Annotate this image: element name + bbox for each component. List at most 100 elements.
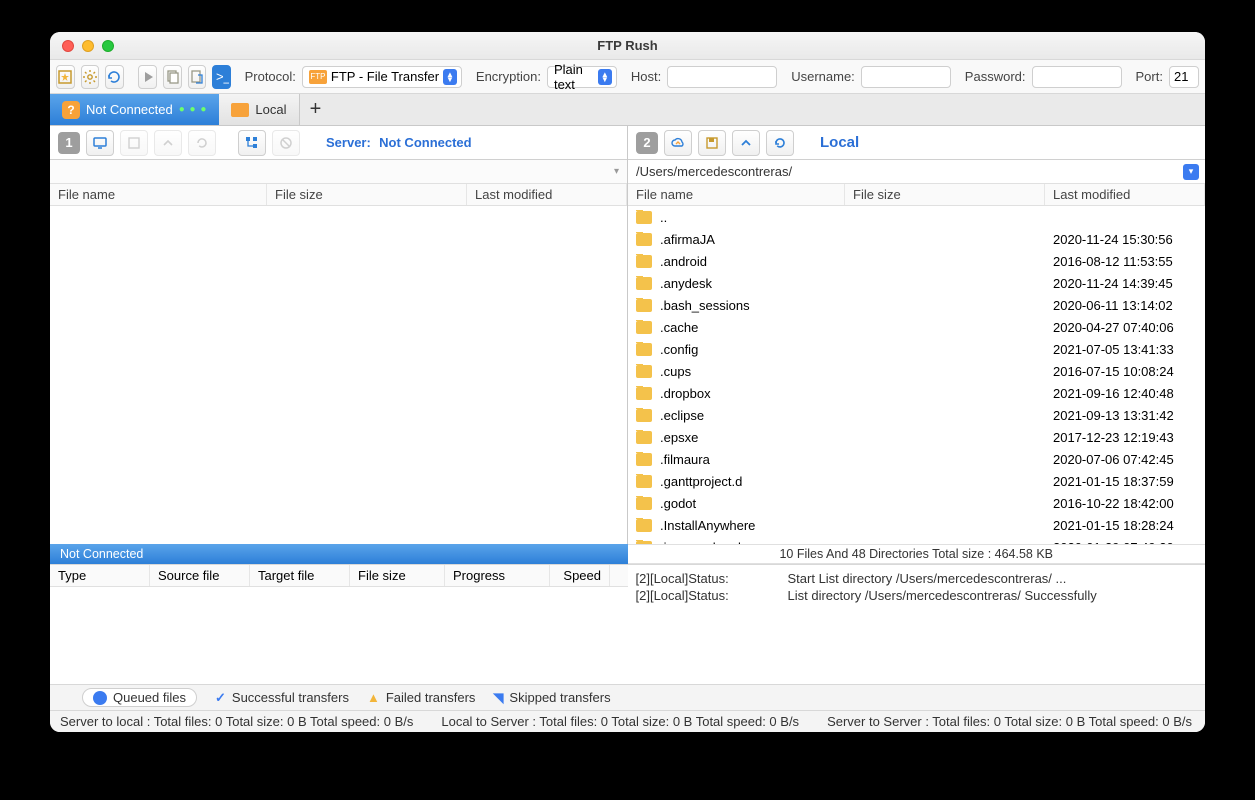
chevron-updown-icon: ▲▼ <box>443 69 457 85</box>
col-source[interactable]: Source file <box>150 565 250 586</box>
folder-icon <box>636 497 652 510</box>
file-modified: 2016-10-22 18:42:00 <box>1045 496 1205 511</box>
copy-icon[interactable] <box>163 65 182 89</box>
monitor-icon[interactable] <box>86 130 114 156</box>
list-item[interactable]: .config2021-07-05 13:41:33 <box>628 338 1205 360</box>
port-input[interactable] <box>1169 66 1199 88</box>
server-pane-toolbar: 1 Server: Not Connected <box>50 126 627 160</box>
tab-local[interactable]: Local <box>219 94 299 125</box>
password-input[interactable] <box>1032 66 1122 88</box>
bookmark-icon[interactable] <box>56 65 75 89</box>
status-server-to-local: Server to local : Total files: 0 Total s… <box>60 714 413 729</box>
cloud-sync-icon[interactable] <box>664 130 692 156</box>
main-toolbar: >_ Protocol: FTP FTP - File Transfer Pro… <box>50 60 1205 94</box>
host-input[interactable] <box>667 66 777 88</box>
file-modified: 2020-07-06 07:42:45 <box>1045 452 1205 467</box>
list-item[interactable]: .bash_sessions 2020-06-11 13:14:02 <box>628 294 1205 316</box>
add-tab-button[interactable]: + <box>300 94 332 125</box>
file-modified: 2020-11-24 15:30:56 <box>1045 232 1205 247</box>
refresh-icon[interactable] <box>105 65 124 89</box>
reload-icon[interactable] <box>188 130 216 156</box>
gear-icon[interactable] <box>81 65 100 89</box>
chevron-down-icon[interactable]: ▾ <box>1183 164 1199 180</box>
tab-failed[interactable]: ▲ Failed transfers <box>367 690 475 705</box>
col-name[interactable]: File name <box>50 184 267 205</box>
encryption-select[interactable]: Plain text ▲▼ <box>547 66 617 88</box>
col-target[interactable]: Target file <box>250 565 350 586</box>
col-name[interactable]: File name <box>628 184 845 205</box>
col-filesize[interactable]: File size <box>350 565 445 586</box>
log-msg: Start List directory /Users/mercedescont… <box>788 571 1198 586</box>
list-item[interactable]: .ganttproject.d2021-01-15 18:37:59 <box>628 470 1205 492</box>
log-table: [2][Local]Status:Start List directory /U… <box>628 565 1206 609</box>
col-progress[interactable]: Progress <box>445 565 550 586</box>
play-icon[interactable] <box>138 65 157 89</box>
folder-icon <box>636 365 652 378</box>
tab-successful[interactable]: ✓ Successful transfers <box>215 690 349 706</box>
tab-remote[interactable]: ? Not Connected ● ● ● <box>50 94 219 125</box>
col-modified[interactable]: Last modified <box>467 184 627 205</box>
file-modified: 2021-09-13 13:31:42 <box>1045 408 1205 423</box>
local-path-bar[interactable]: /Users/mercedescontreras/ ▾ <box>628 160 1205 184</box>
col-size[interactable]: File size <box>267 184 467 205</box>
list-item[interactable]: .cups2016-07-15 10:08:24 <box>628 360 1205 382</box>
check-icon: ✓ <box>215 690 226 706</box>
chevron-down-icon[interactable]: ▾ <box>614 166 619 177</box>
list-item[interactable]: .InstallAnywhere2021-01-15 18:28:24 <box>628 514 1205 536</box>
bottom-area: Type Source file Target file File size P… <box>50 564 1205 684</box>
queue-tabs: Queued files ✓ Successful transfers ▲ Fa… <box>50 684 1205 710</box>
list-item[interactable]: .cache2020-04-27 07:40:06 <box>628 316 1205 338</box>
queue-body[interactable] <box>50 587 628 684</box>
save-icon[interactable] <box>120 130 148 156</box>
list-item[interactable]: .epsxe2017-12-23 12:19:43 <box>628 426 1205 448</box>
reload-icon[interactable] <box>766 130 794 156</box>
file-name: .filmaura <box>660 452 710 467</box>
floppy-icon[interactable] <box>698 130 726 156</box>
protocol-select[interactable]: FTP FTP - File Transfer Pro... ▲▼ <box>302 66 462 88</box>
col-modified[interactable]: Last modified <box>1045 184 1205 205</box>
local-file-list[interactable]: ...afirmaJA2020-11-24 15:30:56 .android 20… <box>628 206 1205 544</box>
list-item[interactable]: .afirmaJA2020-11-24 15:30:56 <box>628 228 1205 250</box>
server-status-footer: Not Connected <box>50 544 628 564</box>
list-item[interactable]: .eclipse2021-09-13 13:31:42 <box>628 404 1205 426</box>
pane-number: 2 <box>636 132 658 154</box>
file-modified: 2017-12-23 12:19:43 <box>1045 430 1205 445</box>
paste-icon[interactable] <box>188 65 207 89</box>
folder-icon <box>636 475 652 488</box>
file-modified: 2016-08-12 11:53:55 <box>1045 254 1205 269</box>
up-icon[interactable] <box>732 130 760 156</box>
list-item[interactable]: .android 2016-08-12 11:53:55 <box>628 250 1205 272</box>
file-name: .bash_sessions <box>660 298 750 313</box>
list-item[interactable]: .filmaura 2020-07-06 07:42:45 <box>628 448 1205 470</box>
cancel-icon[interactable] <box>272 130 300 156</box>
ftp-badge-icon: FTP <box>309 70 327 84</box>
file-modified: 2021-09-16 12:40:48 <box>1045 386 1205 401</box>
username-input[interactable] <box>861 66 951 88</box>
file-modified: 2020-06-11 13:14:02 <box>1045 298 1205 313</box>
list-item[interactable]: .godot2016-10-22 18:42:00 <box>628 492 1205 514</box>
terminal-icon[interactable]: >_ <box>212 65 231 89</box>
file-name: .anydesk <box>660 276 712 291</box>
server-path-bar[interactable]: ▾ <box>50 160 627 184</box>
file-panes: 1 Server: Not Connected ▾ File name File… <box>50 126 1205 544</box>
file-name: .cache <box>660 320 698 335</box>
list-item[interactable]: .dropbox2021-09-16 12:40:48 <box>628 382 1205 404</box>
monitor-icon <box>231 103 249 117</box>
tree-icon[interactable] <box>238 130 266 156</box>
file-name: .cups <box>660 364 691 379</box>
queue-columns: Type Source file Target file File size P… <box>50 565 628 587</box>
list-item[interactable]: .. <box>628 206 1205 228</box>
tab-queued[interactable]: Queued files <box>82 688 197 707</box>
local-pane-toolbar: 2 Local <box>628 126 1205 160</box>
tab-skipped[interactable]: ◥ Skipped transfers <box>493 690 610 706</box>
file-name: .android <box>660 254 707 269</box>
file-name: .ganttproject.d <box>660 474 742 489</box>
col-type[interactable]: Type <box>50 565 150 586</box>
col-size[interactable]: File size <box>845 184 1045 205</box>
col-speed[interactable]: Speed <box>550 565 610 586</box>
list-item[interactable]: .io.ganeshrvel2020-01-29 07:49:20 <box>628 536 1205 544</box>
server-columns: File name File size Last modified <box>50 184 627 206</box>
server-file-list[interactable] <box>50 206 627 544</box>
up-icon[interactable] <box>154 130 182 156</box>
list-item[interactable]: .anydesk2020-11-24 14:39:45 <box>628 272 1205 294</box>
